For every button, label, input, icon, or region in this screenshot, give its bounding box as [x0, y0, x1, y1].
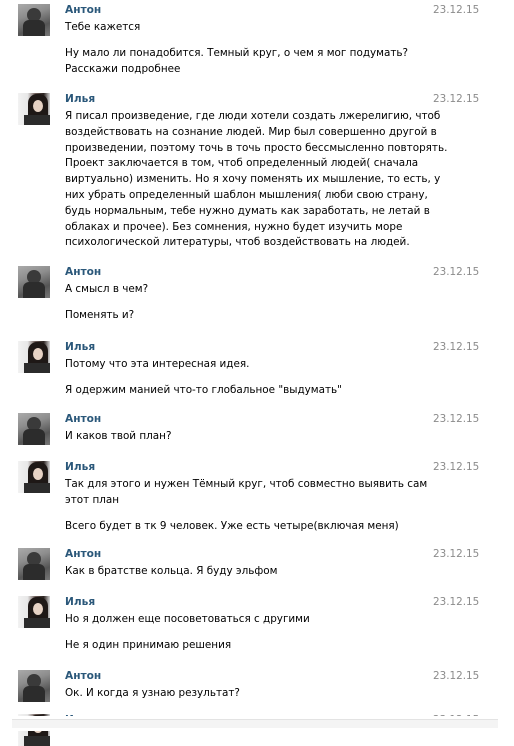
- message-line: психологической литературы, чтоб воздейс…: [65, 236, 410, 249]
- message-line: произведении, поэтому точь в точь просто…: [65, 141, 448, 154]
- message-date[interactable]: 23.12.15: [433, 548, 479, 560]
- message-line: них убрать определенный шаблон мышления(…: [65, 188, 428, 201]
- message-text: Но я должен еще посоветоваться с другими…: [65, 612, 425, 654]
- message-line: Потому что эта интересная идея.: [65, 358, 250, 370]
- avatar[interactable]: [18, 341, 50, 373]
- message-line: И каков твой план?: [65, 430, 172, 442]
- author-name[interactable]: Илья: [65, 596, 95, 608]
- message-text: Как в братстве кольца. Я буду эльфом: [65, 564, 425, 580]
- author-name[interactable]: Антон: [65, 670, 101, 682]
- avatar[interactable]: [18, 93, 50, 125]
- avatar[interactable]: [18, 413, 50, 445]
- message-line: Не я один принимаю решения: [65, 638, 232, 651]
- message-line: Как в братстве кольца. Я буду эльфом: [65, 565, 278, 577]
- author-name[interactable]: Антон: [65, 548, 101, 560]
- author-name[interactable]: Антон: [65, 413, 101, 425]
- message-text: Так для этого и нужен Тёмный круг, чтоб …: [65, 477, 428, 534]
- message-line: будь нормальным, тебе нужно думать как з…: [65, 204, 430, 217]
- message-text: Тебе кажется Ну мало ли понадобится. Темн…: [65, 20, 425, 77]
- message-line: А смысл в чем?: [65, 283, 149, 295]
- horizontal-scrollbar[interactable]: [0, 716, 514, 731]
- avatar[interactable]: [18, 596, 50, 628]
- scrollbar-track[interactable]: [12, 719, 498, 728]
- message-line: Поменять и?: [65, 308, 135, 321]
- message-line: Ок. И когда я узнаю результат?: [65, 687, 240, 699]
- message-date[interactable]: 23.12.15: [433, 4, 479, 16]
- message-line: Я одержим манией что-то глобальное "выду…: [65, 383, 342, 396]
- author-name[interactable]: Илья: [65, 93, 95, 105]
- message-text: Ок. И когда я узнаю результат?: [65, 686, 425, 702]
- message-date[interactable]: 23.12.15: [433, 341, 479, 353]
- message-line: Тебе кажется: [65, 21, 141, 33]
- avatar[interactable]: [18, 266, 50, 298]
- message-date[interactable]: 23.12.15: [433, 413, 479, 425]
- author-name[interactable]: Антон: [65, 266, 101, 278]
- avatar[interactable]: [18, 670, 50, 702]
- message-line: виртуально) изменить. Но я хочу поменять…: [65, 173, 441, 186]
- message-text: А смысл в чем? Поменять и?: [65, 282, 425, 324]
- message-text: Я писал произведение, где люди хотели со…: [65, 109, 448, 251]
- message-line: Я писал произведение, где люди хотели со…: [65, 110, 441, 122]
- author-name[interactable]: Антон: [65, 4, 101, 16]
- author-name[interactable]: Илья: [65, 461, 95, 473]
- message-text: И каков твой план?: [65, 429, 425, 445]
- message-line: воздействовать на сознание людей. Мир бы…: [65, 125, 437, 138]
- message-line: Так для этого и нужен Тёмный круг, чтоб …: [65, 478, 428, 490]
- message-date[interactable]: 23.12.15: [433, 93, 479, 105]
- message-line: этот план: [65, 493, 120, 506]
- message-date[interactable]: 23.12.15: [433, 670, 479, 682]
- author-name[interactable]: Илья: [65, 341, 95, 353]
- avatar[interactable]: [18, 4, 50, 36]
- message-date[interactable]: 23.12.15: [433, 266, 479, 278]
- message-line: Но я должен еще посоветоваться с другими: [65, 613, 310, 625]
- message-line: Расскажи подробнее: [65, 62, 181, 75]
- message-text: Потому что эта интересная идея. Я одержим…: [65, 357, 425, 399]
- message-date[interactable]: 23.12.15: [433, 461, 479, 473]
- message-line: Ну мало ли понадобится. Темный круг, о ч…: [65, 46, 409, 59]
- message-line: Проект заключается в том, чтоб определен…: [65, 157, 419, 170]
- message-line: облаках и прочее). Без сомнения, нужно б…: [65, 220, 403, 233]
- message-line: Всего будет в тк 9 человек. Уже есть чет…: [65, 519, 399, 532]
- avatar[interactable]: [18, 548, 50, 580]
- message-date[interactable]: 23.12.15: [433, 596, 479, 608]
- avatar[interactable]: [18, 461, 50, 493]
